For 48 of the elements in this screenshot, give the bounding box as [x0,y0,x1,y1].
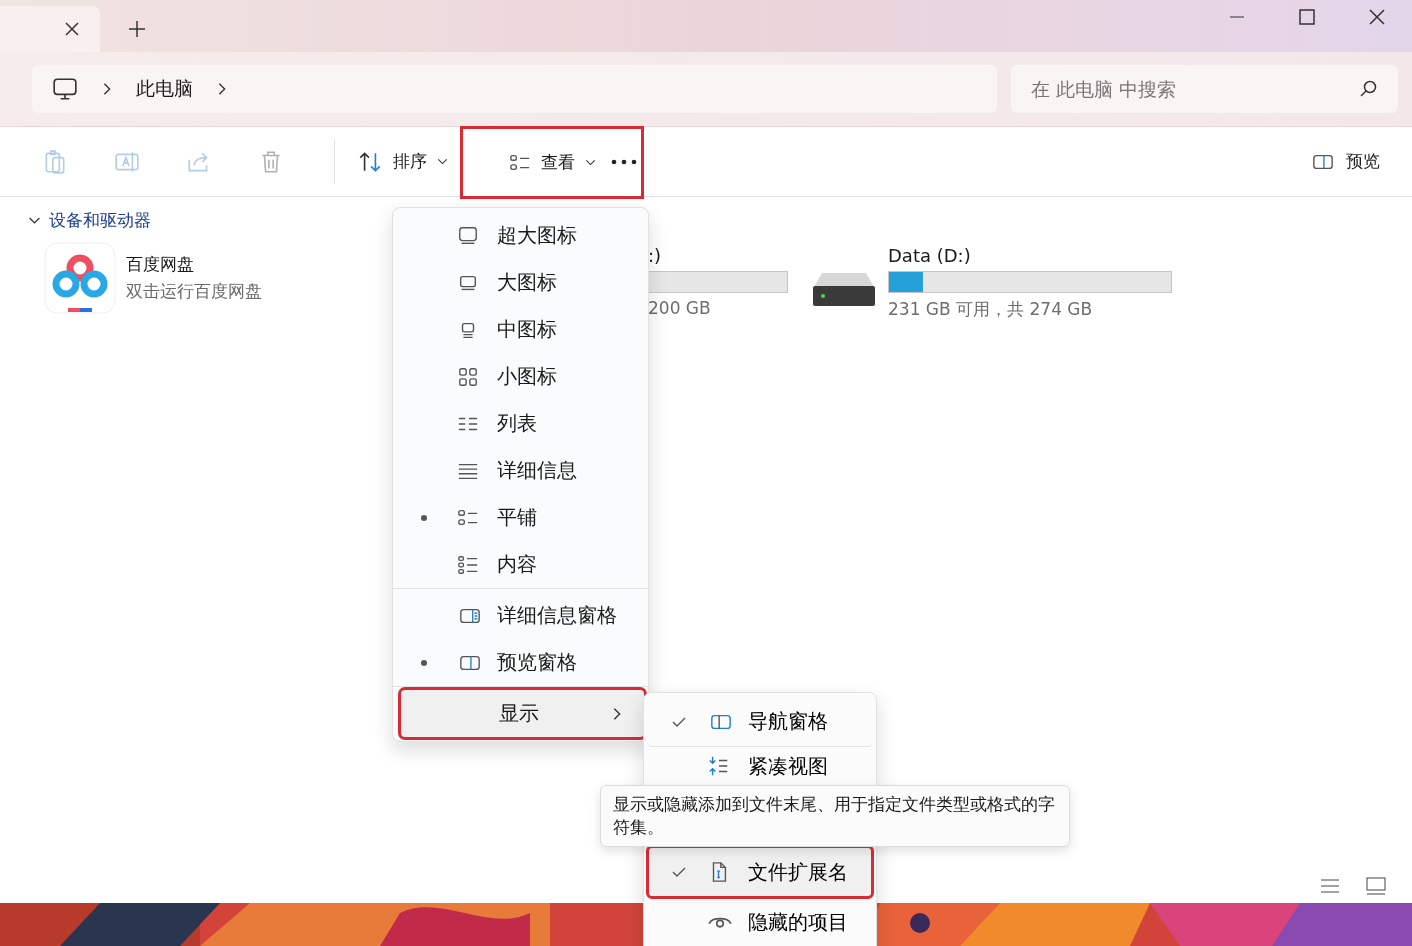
menu-item[interactable]: 中图标 [393,306,648,353]
compact-view-icon [708,755,730,777]
shortcut-subtitle: 双击运行百度网盘 [126,280,262,303]
close-icon [64,21,80,37]
chevron-down-icon [584,157,596,168]
hard-drive-icon [812,271,876,307]
menu-item[interactable]: 小图标 [393,353,648,400]
menu-item[interactable]: 平铺 [393,494,648,541]
close-icon [1369,9,1385,25]
chevron-down-icon [437,156,448,167]
drive-free-space: 231 GB 可用，共 274 GB [888,298,1094,321]
cloud-app-icon [44,242,116,314]
menu-item[interactable]: 导航窗格 [648,697,872,747]
more-icon [611,158,637,165]
menu-item[interactable]: 内容 [393,541,648,588]
menu-item[interactable]: 大图标 [393,259,648,306]
search-icon [1360,80,1378,98]
large-icons-view-icon [1366,876,1386,895]
menu-item[interactable]: 详细信息窗格 [393,592,648,639]
sort-button[interactable]: 排序 [345,140,460,183]
tooltip: 显示或隐藏添加到文件末尾、用于指定文件类型或格式的字符集。 [600,785,1070,847]
drive-name: Data (D:) [888,245,972,266]
address-bar[interactable]: 此电脑 [32,65,997,113]
drive-name: :) [648,245,663,266]
monitor-icon [457,224,479,247]
menu-item[interactable]: 列表 [393,400,648,447]
details-view-icon [1320,877,1340,894]
menu-item[interactable]: 预览窗格 [393,639,648,686]
drive-free-space: 200 GB [648,298,712,318]
preview-button[interactable]: 预览 [1298,142,1392,181]
eye-icon [708,916,732,928]
grid-icon [457,365,479,388]
menu-item[interactable]: 显示 [401,690,644,737]
minimize-icon [1229,16,1245,18]
menu-item[interactable]: 超大图标 [393,212,648,259]
shortcut-name: 百度网盘 [126,253,195,276]
menu-item[interactable]: 详细信息 [393,447,648,494]
menu-item[interactable]: 紧凑视图 [648,747,872,785]
search-field[interactable]: 在 此电脑 中搜索 [1011,65,1398,113]
breadcrumb-item[interactable]: 此电脑 [136,76,193,102]
plus-icon [128,20,146,38]
computer-icon [52,76,78,102]
menu-item[interactable]: 隐藏的项目 [648,897,872,946]
maximize-icon [1299,9,1315,25]
group-header[interactable]: 设备和驱动器 [28,209,392,232]
view-button[interactable]: 查看 [460,126,644,199]
menu-item[interactable]: 文件扩展名 [648,847,872,897]
content-icon [457,553,479,576]
